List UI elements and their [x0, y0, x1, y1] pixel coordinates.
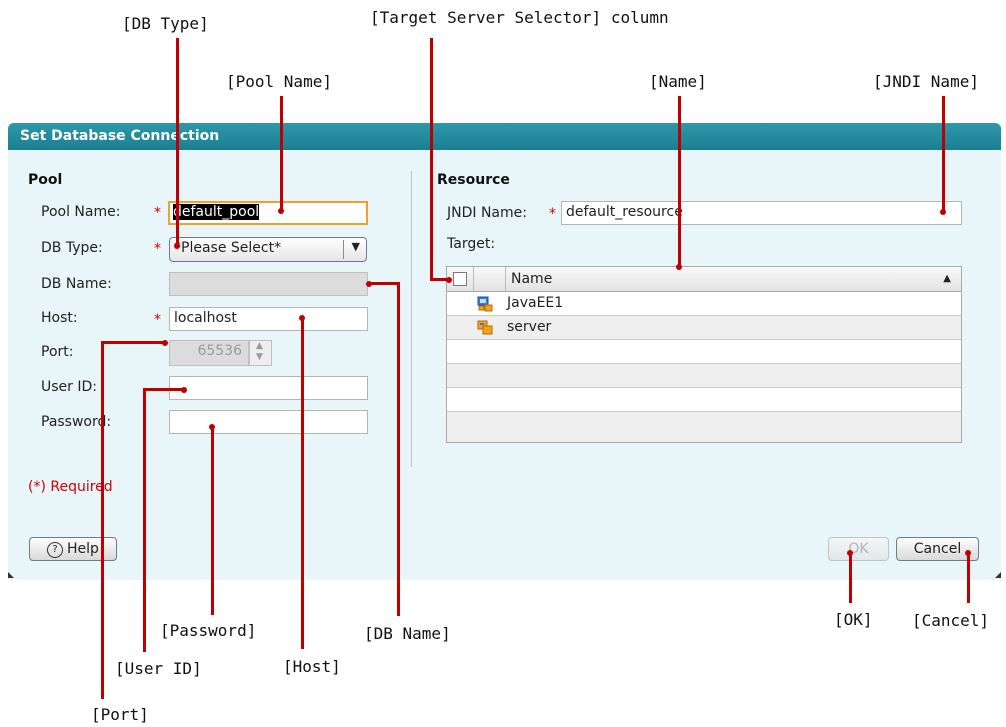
callout-cancel: [Cancel]: [912, 611, 990, 630]
pool-heading: Pool: [28, 172, 63, 188]
callout-line: [678, 96, 681, 266]
server-group-icon: [477, 320, 493, 336]
callout-db-type: [DB Type]: [122, 14, 209, 33]
stepper-down-icon: ▼: [256, 352, 263, 362]
table-row-empty: [447, 364, 961, 388]
callout-db-name: [DB Name]: [364, 624, 451, 643]
callout-line: [280, 96, 283, 211]
help-icon: ?: [47, 542, 64, 558]
callout-port: [Port]: [91, 705, 149, 724]
resize-corner-left: [8, 572, 14, 578]
callout-target-column: [Target Server Selector] column: [370, 8, 669, 27]
name-column-header[interactable]: Name: [511, 271, 552, 287]
row-name: server: [507, 319, 552, 335]
target-label: Target:: [447, 236, 496, 252]
section-divider: [411, 171, 412, 467]
table-row[interactable]: JavaEE1: [447, 292, 961, 316]
jndi-name-input[interactable]: default_resource: [561, 201, 962, 225]
callout-dot: [965, 550, 971, 556]
target-table: Name ▲ JavaEE1 server: [446, 266, 962, 443]
help-button-label: Help: [67, 541, 99, 557]
required-marker: *: [154, 205, 161, 221]
callout-line: [143, 388, 146, 652]
server-cluster-icon: [477, 296, 493, 312]
pool-name-value: default_pool: [173, 204, 260, 220]
table-row-empty: [447, 412, 961, 442]
callout-dot: [299, 315, 305, 321]
callout-line: [211, 427, 214, 615]
dialog-title-bar[interactable]: Set Database Connection: [8, 123, 1001, 150]
callout-host: [Host]: [283, 657, 341, 676]
port-label: Port:: [41, 344, 74, 360]
required-note: (*) Required: [28, 479, 113, 495]
callout-dot: [446, 277, 452, 283]
required-marker: *: [154, 312, 161, 328]
callout-line: [176, 38, 179, 246]
pool-name-input[interactable]: default_pool: [168, 201, 368, 225]
callout-jndi-name: [JNDI Name]: [873, 72, 979, 91]
callout-line: [967, 553, 970, 603]
callout-dot: [209, 424, 215, 430]
table-row-empty: [447, 388, 961, 412]
required-marker: *: [154, 241, 161, 257]
db-type-value: *Please Select*: [174, 240, 282, 256]
chevron-down-icon: ▼: [351, 240, 360, 253]
callout-line: [849, 553, 852, 603]
set-database-connection-dialog: Set Database Connection Pool Pool Name: …: [8, 123, 1001, 580]
callout-line: [370, 282, 400, 285]
callout-pool-name: [Pool Name]: [226, 72, 332, 91]
callout-password: [Password]: [160, 621, 257, 640]
password-input[interactable]: [169, 410, 368, 434]
db-name-label: DB Name:: [41, 276, 112, 292]
column-divider: [473, 267, 474, 291]
callout-dot: [181, 387, 187, 393]
callout-user-id: [User ID]: [115, 659, 202, 678]
user-id-input[interactable]: [169, 376, 368, 400]
callout-ok: [OK]: [834, 610, 873, 629]
db-type-select[interactable]: *Please Select* ▼: [169, 237, 367, 262]
select-divider: [343, 240, 344, 259]
port-stepper: ▲ ▼: [249, 340, 272, 366]
callout-line: [143, 388, 183, 391]
column-divider: [505, 267, 506, 291]
host-input[interactable]: localhost: [169, 307, 368, 331]
db-name-input: [169, 272, 368, 296]
callout-line: [101, 341, 165, 344]
ok-button[interactable]: OK: [828, 537, 889, 561]
table-row[interactable]: server: [447, 316, 961, 340]
table-header: Name ▲: [447, 267, 961, 292]
callout-line: [397, 282, 400, 616]
resource-heading: Resource: [437, 172, 510, 188]
stepper-up-icon: ▲: [256, 341, 263, 351]
callout-line: [101, 341, 104, 699]
row-name: JavaEE1: [507, 295, 564, 311]
callout-name: [Name]: [649, 72, 707, 91]
pool-name-label: Pool Name:: [41, 204, 121, 220]
callout-dot: [162, 340, 168, 346]
callout-dot: [847, 550, 853, 556]
callout-line: [430, 38, 433, 281]
jndi-name-label: JNDI Name:: [447, 205, 527, 221]
host-label: Host:: [41, 310, 78, 326]
callout-dot: [676, 264, 682, 270]
port-input: 65536: [169, 340, 249, 366]
callout-dot: [278, 208, 284, 214]
dialog-title: Set Database Connection: [20, 128, 220, 144]
resize-corner-right: [995, 572, 1001, 578]
required-marker: *: [549, 206, 556, 222]
callout-dot: [174, 243, 180, 249]
table-row-empty: [447, 340, 961, 364]
callout-line: [942, 96, 945, 212]
select-all-checkbox[interactable]: [453, 272, 467, 286]
callout-dot: [940, 209, 946, 215]
user-id-label: User ID:: [41, 379, 97, 395]
callout-dot: [366, 281, 372, 287]
db-type-label: DB Type:: [41, 240, 103, 256]
callout-line: [301, 318, 304, 649]
sort-ascending-icon[interactable]: ▲: [943, 273, 951, 284]
